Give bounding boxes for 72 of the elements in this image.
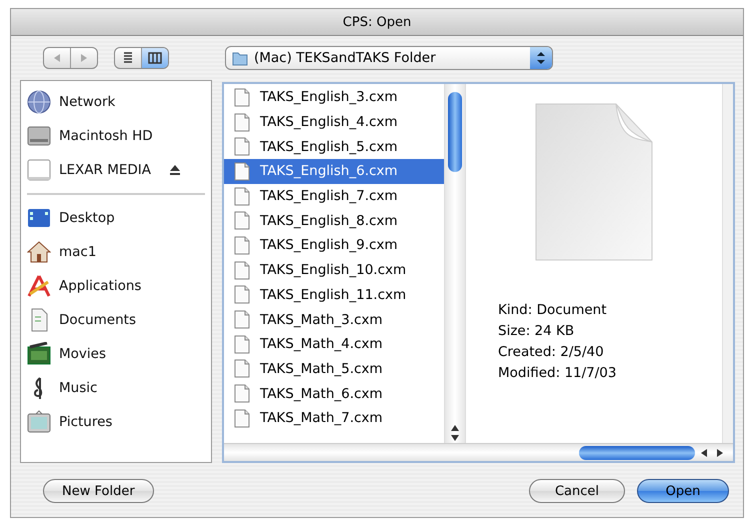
file-info-text: Created: 2/5/40 xyxy=(498,343,605,362)
globe-icon xyxy=(27,90,51,114)
file-icon xyxy=(234,359,250,378)
file-icon xyxy=(234,236,250,255)
dialog-button[interactable]: Cancel xyxy=(529,479,625,503)
drive-icon xyxy=(27,158,51,182)
file-icon xyxy=(234,334,250,354)
file-row[interactable]: TAKS_English_7.cxm xyxy=(224,184,444,208)
folder-icon xyxy=(232,50,248,66)
hard-drive-icon xyxy=(27,124,51,148)
picture-frame-icon xyxy=(27,410,51,434)
sidebar-item[interactable]: Movies xyxy=(27,337,205,371)
file-row[interactable]: TAKS_Math_5.cxm xyxy=(224,356,444,382)
file-info-text: Kind: Document xyxy=(498,301,608,320)
sidebar-item[interactable]: mac1 xyxy=(27,235,205,269)
sidebar-item[interactable]: Documents xyxy=(27,303,205,337)
file-row[interactable]: TAKS_Math_4.cxm xyxy=(224,332,444,357)
treble-clef-icon xyxy=(34,376,44,400)
dialog-button[interactable]: New Folder xyxy=(43,479,154,503)
sidebar-item[interactable]: LEXAR MEDIA xyxy=(21,153,211,187)
horizontal-scrollbar[interactable] xyxy=(224,443,733,461)
file-row[interactable]: TAKS_English_10.cxm xyxy=(224,258,444,282)
scroll-left-icon xyxy=(701,448,709,456)
file-icon xyxy=(234,285,250,304)
file-icon xyxy=(234,88,250,107)
back-arrow-icon xyxy=(54,54,60,62)
sidebar-item[interactable]: Pictures xyxy=(27,405,205,439)
file-row[interactable]: TAKS_Math_3.cxm xyxy=(224,307,444,332)
file-icon xyxy=(234,260,250,280)
file-row[interactable]: TAKS_English_11.cxm xyxy=(224,282,444,308)
file-row[interactable]: TAKS_English_3.cxm xyxy=(224,85,444,110)
sidebar-item[interactable]: Macintosh HD xyxy=(21,119,211,153)
film-icon xyxy=(27,342,51,366)
window-title: CPS: Open xyxy=(11,9,743,36)
file-icon xyxy=(234,384,250,404)
scroll-thumb[interactable] xyxy=(579,446,695,460)
back-forward-control[interactable] xyxy=(43,47,98,69)
file-row[interactable]: TAKS_Math_6.cxm xyxy=(224,381,444,406)
sidebar-item[interactable]: Applications xyxy=(27,269,205,303)
file-icon xyxy=(234,211,250,230)
file-row[interactable]: TAKS_English_4.cxm xyxy=(224,110,444,134)
scroll-up-icon xyxy=(451,425,459,431)
file-icon xyxy=(234,186,250,206)
scroll-right-icon xyxy=(715,448,723,456)
file-icon xyxy=(234,162,250,181)
file-row[interactable]: TAKS_English_9.cxm xyxy=(224,233,444,258)
file-row[interactable]: TAKS_English_6.cxm xyxy=(224,159,444,184)
file-info-text: Modified: 11/7/03 xyxy=(498,364,616,383)
file-row[interactable]: TAKS_English_5.cxm xyxy=(224,134,444,160)
sidebar-item[interactable]: Music xyxy=(27,371,205,405)
forward-arrow-icon xyxy=(81,54,87,62)
file-row[interactable]: TAKS_English_8.cxm xyxy=(224,208,444,234)
file-info-text: Size: 24 KB xyxy=(498,322,576,341)
file-row[interactable]: TAKS_Math_7.cxm xyxy=(224,406,444,431)
scroll-thumb[interactable] xyxy=(448,92,462,172)
file-icon xyxy=(234,408,250,428)
file-icon xyxy=(234,112,250,132)
file-icon xyxy=(234,310,250,330)
dialog-button[interactable]: Open xyxy=(637,479,729,503)
view-mode-button[interactable] xyxy=(141,48,168,68)
scroll-down-icon xyxy=(451,435,459,441)
location-popup[interactable]: (Mac) TEKSandTAKS Folder xyxy=(225,46,553,70)
document-preview-icon xyxy=(534,102,654,262)
eject-icon xyxy=(169,164,181,176)
app-icon xyxy=(27,274,51,298)
sidebar-item[interactable]: Network xyxy=(21,85,211,119)
stepper-arrows-icon xyxy=(536,51,546,65)
sidebar-item[interactable]: Desktop xyxy=(27,201,205,235)
house-icon xyxy=(27,240,51,264)
desktop-icon xyxy=(27,206,51,230)
vertical-scrollbar[interactable] xyxy=(444,84,466,443)
file-icon xyxy=(234,137,250,156)
